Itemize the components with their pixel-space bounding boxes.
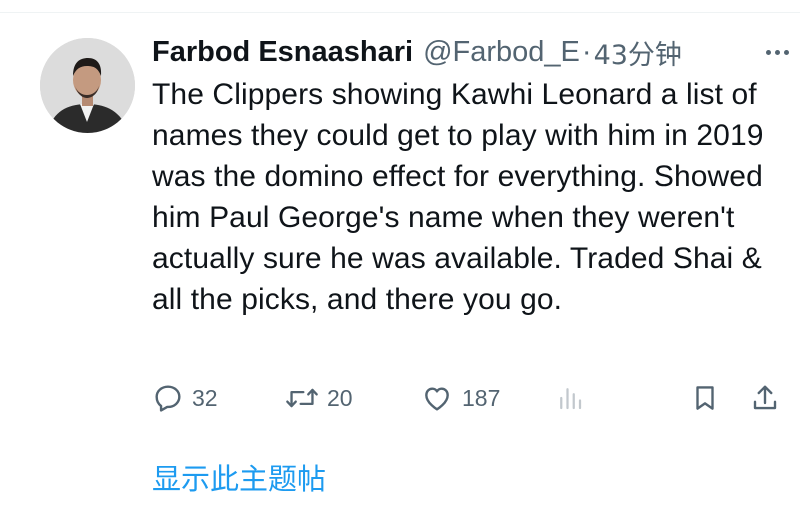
more-icon	[765, 49, 771, 55]
more-icon-dot	[783, 49, 789, 55]
tweet-header: Farbod Esnaashari @Farbod_E · 43分钟	[152, 30, 792, 74]
more-options-button[interactable]	[762, 40, 792, 64]
reply-count: 32	[192, 384, 218, 411]
separator-dot: ·	[581, 35, 592, 68]
views-button[interactable]	[555, 378, 585, 418]
bookmark-icon	[696, 386, 714, 410]
avatar-photo	[40, 38, 135, 133]
avatar[interactable]	[40, 38, 135, 133]
share-button[interactable]	[750, 378, 780, 418]
views-icon	[560, 388, 582, 410]
timestamp[interactable]: 43分钟	[594, 33, 682, 72]
tweet-actions: 32 20 187	[152, 378, 792, 418]
top-divider	[0, 12, 800, 13]
reply-icon	[155, 385, 181, 412]
more-icon-dot	[774, 49, 780, 55]
retweet-icon	[286, 388, 318, 408]
author-handle[interactable]: @Farbod_E	[423, 36, 580, 69]
like-count: 187	[462, 384, 501, 411]
bookmark-button[interactable]	[690, 378, 720, 418]
tweet: Farbod Esnaashari @Farbod_E · 43分钟 The C…	[152, 30, 792, 320]
share-icon	[753, 385, 777, 410]
like-button[interactable]: 187	[420, 378, 500, 418]
author-name[interactable]: Farbod Esnaashari	[152, 36, 413, 69]
like-icon	[425, 387, 449, 411]
retweet-button[interactable]: 20	[285, 378, 353, 418]
tweet-text: The Clippers showing Kawhi Leonard a lis…	[152, 78, 764, 316]
reply-button[interactable]: 32	[152, 378, 218, 418]
show-thread-link[interactable]: 显示此主题帖	[152, 456, 326, 498]
retweet-count: 20	[327, 384, 353, 411]
